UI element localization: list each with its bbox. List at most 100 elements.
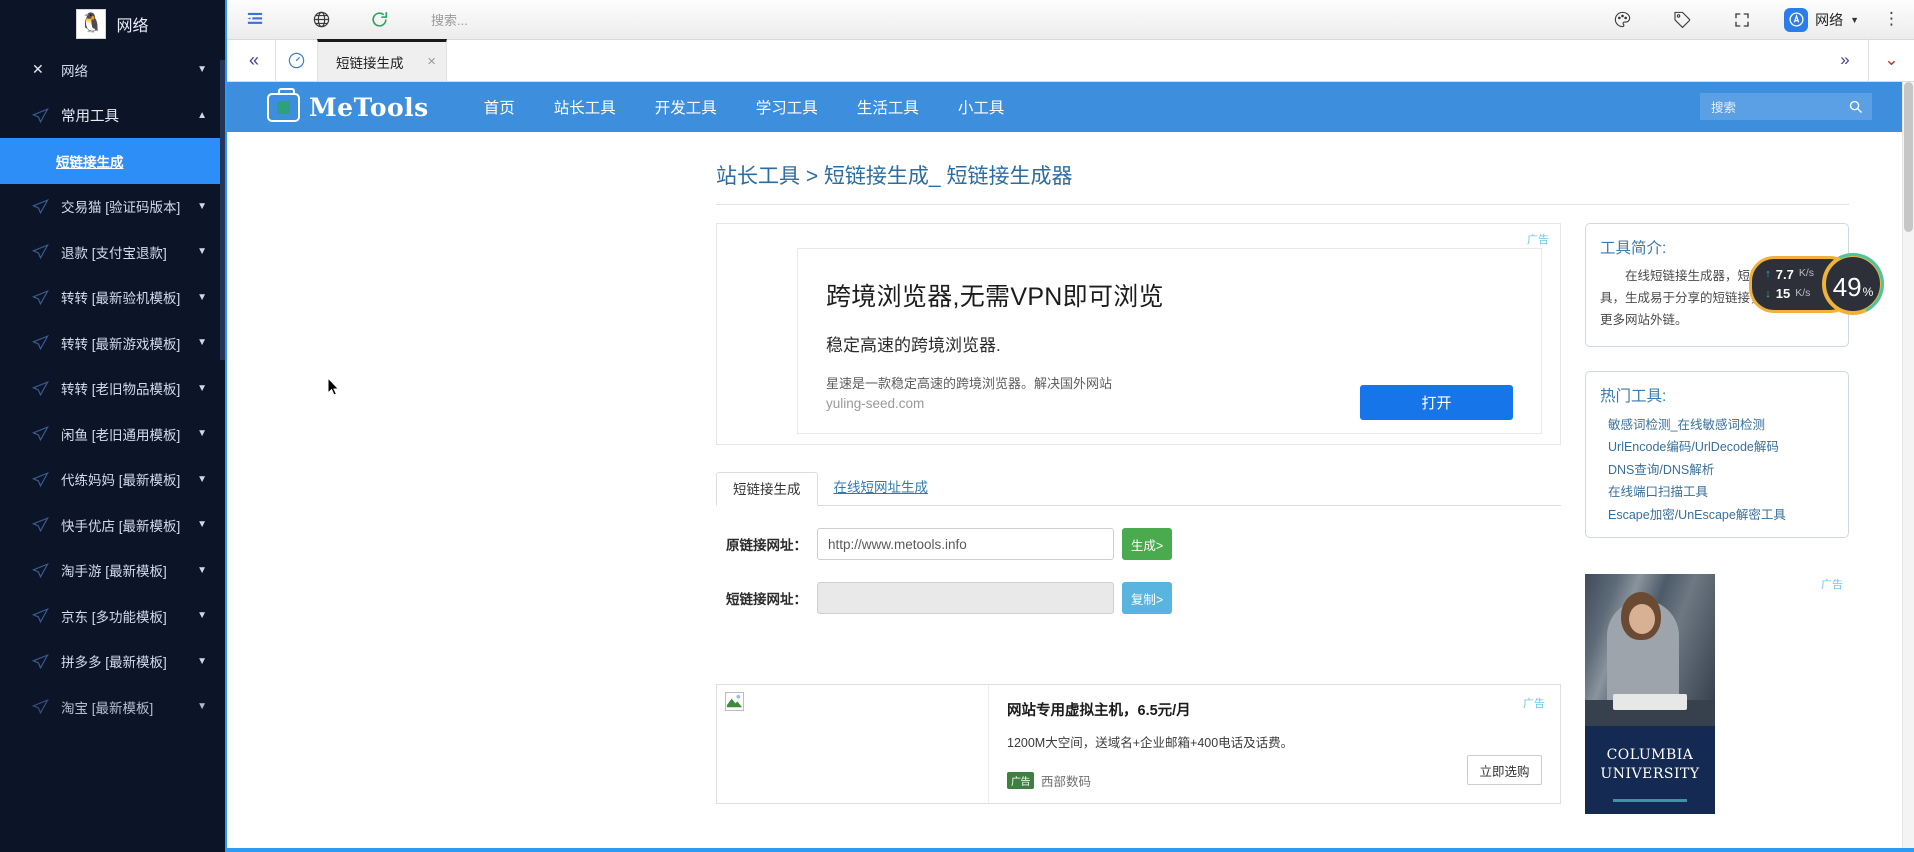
hot-tool-link[interactable]: Escape加密/UnEscape解密工具 <box>1608 504 1834 523</box>
ad-label: 广告 <box>1527 231 1549 247</box>
palette-icon[interactable] <box>1604 4 1640 36</box>
chevron-down-icon[interactable]: ▼ <box>197 610 207 621</box>
sidebar-item-xianyu[interactable]: 闲鱼 [老旧通用模板] ▼ <box>0 411 225 457</box>
nav-item-life-tools[interactable]: 生活工具 <box>857 96 919 118</box>
breadcrumb[interactable]: 站长工具 > 短链接生成_ 短链接生成器 <box>716 160 1914 190</box>
browser-window: 搜索... 网络 ▼ ⋮ <box>225 0 1914 852</box>
nav-item-gadgets[interactable]: 小工具 <box>958 96 1005 118</box>
tag-icon[interactable] <box>1664 4 1700 36</box>
page-scrollbar[interactable] <box>1902 82 1914 852</box>
chevron-down-icon[interactable]: ▼ <box>197 201 207 212</box>
send-icon <box>32 289 52 306</box>
tab-online-short-url[interactable]: 在线短网址生成 <box>818 471 945 505</box>
sidebar-item-dailianmama[interactable]: 代练妈妈 [最新模板] ▼ <box>0 457 225 503</box>
double-chevron-left-icon[interactable]: « <box>233 39 275 81</box>
student-face <box>1629 604 1655 634</box>
chevron-down-icon[interactable]: ▼ <box>1850 15 1859 25</box>
page-scroll-thumb[interactable] <box>1904 82 1913 232</box>
sidebar-item-short-link[interactable]: 短链接生成 <box>0 138 225 184</box>
bottom-ad-brand: 西部数码 <box>1041 771 1091 790</box>
sidebar-profile-name: 网络 <box>116 12 148 36</box>
bottom-ad-footer: 广告 西部数码 <box>1007 771 1542 790</box>
chevron-down-icon[interactable]: ▼ <box>197 383 207 394</box>
fullscreen-icon[interactable] <box>1724 4 1760 36</box>
sidebar-item-kuaishou[interactable]: 快手优店 [最新模板] ▼ <box>0 502 225 548</box>
download-arrow-icon: ↓ <box>1765 286 1771 303</box>
chevron-down-icon[interactable]: ▼ <box>197 292 207 303</box>
sidebar-item-tuikuan[interactable]: 退款 [支付宝退款] ▼ <box>0 229 225 275</box>
chevron-down-icon[interactable]: ▼ <box>197 701 207 712</box>
sidebar-item-network[interactable]: ✕ 网络 ▼ <box>0 47 225 93</box>
reload-icon[interactable] <box>361 4 397 36</box>
generate-button[interactable]: 生成> <box>1122 528 1172 560</box>
tabbar-right-group: » ⌄ <box>1822 39 1914 81</box>
chevron-down-icon[interactable]: ▼ <box>197 337 207 348</box>
short-url-input[interactable] <box>817 582 1114 614</box>
sidebar-group-common-tools[interactable]: 常用工具 ▲ <box>0 93 225 139</box>
content-columns: 广告 跨境浏览器,无需VPN即可浏览 稳定高速的跨境浏览器. 星速是一款稳定高速… <box>716 223 1914 834</box>
chevron-up-icon[interactable]: ▲ <box>197 110 207 121</box>
sidebar-item-zhuanzhuan-laojiu[interactable]: 转转 [老旧物品模板] ▼ <box>0 366 225 412</box>
chevron-down-icon[interactable]: ⌄ <box>1868 39 1914 81</box>
kebab-menu-icon[interactable]: ⋮ <box>1883 14 1900 24</box>
top-ad-domain: yuling-seed.com <box>826 396 924 411</box>
sidebar-profile[interactable]: 🐧 网络 <box>0 0 225 47</box>
metools-logo[interactable]: MeTools <box>267 93 429 122</box>
sidebar-item-label: 拼多多 [最新模板] <box>61 651 191 671</box>
sidebar-toggle-icon[interactable] <box>237 4 273 36</box>
sidebar-item-zhuanzhuan-yanji[interactable]: 转转 [最新验机模板] ▼ <box>0 275 225 321</box>
tab-short-link-generate[interactable]: 短链接生成 <box>716 472 818 506</box>
nav-item-webmaster-tools[interactable]: 站长工具 <box>554 96 616 118</box>
site-search[interactable]: 搜索 <box>1700 93 1872 120</box>
search-icon[interactable] <box>1839 93 1872 120</box>
sidebar-item-taoshouyou[interactable]: 淘手游 [最新模板] ▼ <box>0 548 225 594</box>
chevron-down-icon[interactable]: ▼ <box>197 64 207 75</box>
hot-tool-link[interactable]: 敏感词检测_在线敏感词检测 <box>1608 414 1834 433</box>
double-chevron-right-icon[interactable]: » <box>1822 39 1868 81</box>
chevron-down-icon[interactable]: ▼ <box>197 474 207 485</box>
sidebar-item-zhuanzhuan-youxi[interactable]: 转转 [最新游戏模板] ▼ <box>0 320 225 366</box>
dashboard-icon[interactable] <box>275 39 317 81</box>
original-url-input[interactable] <box>817 528 1114 560</box>
close-icon[interactable]: × <box>427 53 436 70</box>
chevron-down-icon[interactable]: ▼ <box>197 656 207 667</box>
close-x-icon: ✕ <box>32 61 52 78</box>
nav-item-study-tools[interactable]: 学习工具 <box>756 96 818 118</box>
network-speed-widget[interactable]: ↑ 7.7 K/s ↓ 15 K/s 49 % <box>1752 253 1884 315</box>
chevron-down-icon[interactable]: ▼ <box>197 246 207 257</box>
top-ad-open-button[interactable]: 打开 <box>1360 385 1513 420</box>
send-icon <box>32 198 52 215</box>
site-header: MeTools 首页 站长工具 开发工具 学习工具 生活工具 小工具 搜索 <box>227 82 1914 132</box>
cpu-usage-gauge[interactable]: 49 % <box>1822 253 1884 315</box>
nav-item-home[interactable]: 首页 <box>484 96 515 118</box>
columbia-line-2: UNIVERSITY <box>1585 765 1715 784</box>
sidebar-item-pinduoduo[interactable]: 拼多多 [最新模板] ▼ <box>0 639 225 685</box>
account-chip[interactable]: 网络 ▼ <box>1784 8 1859 32</box>
ad-label: 广告 <box>1821 576 1843 592</box>
account-name: 网络 <box>1815 10 1843 30</box>
site-search-input[interactable]: 搜索 <box>1700 97 1839 116</box>
columbia-ad-card[interactable]: COLUMBIA UNIVERSITY <box>1585 574 1715 814</box>
chevron-down-icon[interactable]: ▼ <box>197 428 207 439</box>
nav-item-dev-tools[interactable]: 开发工具 <box>655 96 717 118</box>
broken-image-icon <box>725 692 744 711</box>
top-ad-card[interactable]: 广告 跨境浏览器,无需VPN即可浏览 稳定高速的跨境浏览器. 星速是一款稳定高速… <box>716 223 1561 445</box>
side-ad[interactable]: 广告 COLUMBIA <box>1585 574 1849 834</box>
globe-icon[interactable] <box>303 4 339 36</box>
columbia-ad-photo <box>1585 574 1715 726</box>
browser-search-input[interactable]: 搜索... <box>431 10 468 29</box>
hot-tool-link[interactable]: DNS查询/DNS解析 <box>1608 459 1834 478</box>
chevron-down-icon[interactable]: ▼ <box>197 565 207 576</box>
bottom-ad-card[interactable]: 广告 网站专用虚拟主机，6.5元/月 1200M大空间，送域名+企业邮箱+400… <box>716 684 1561 804</box>
sidebar-item-jingdong[interactable]: 京东 [多功能模板] ▼ <box>0 593 225 639</box>
hot-tool-link[interactable]: 在线端口扫描工具 <box>1608 481 1834 500</box>
copy-button[interactable]: 复制> <box>1122 582 1172 614</box>
sidebar-item-taobao[interactable]: 淘宝 [最新模板] ▼ <box>0 684 225 730</box>
chevron-down-icon[interactable]: ▼ <box>197 519 207 530</box>
bottom-ad-cta-button[interactable]: 立即选购 <box>1467 755 1542 785</box>
browser-tab[interactable]: 短链接生成 × <box>317 39 447 81</box>
page-content: 站长工具 > 短链接生成_ 短链接生成器 广告 跨境浏览器,无需VPN即可浏览 … <box>227 132 1914 852</box>
send-icon <box>32 243 52 260</box>
sidebar-item-jiaoyimao[interactable]: 交易猫 [验证码版本] ▼ <box>0 184 225 230</box>
hot-tool-link[interactable]: UrlEncode编码/UrlDecode解码 <box>1608 436 1834 455</box>
